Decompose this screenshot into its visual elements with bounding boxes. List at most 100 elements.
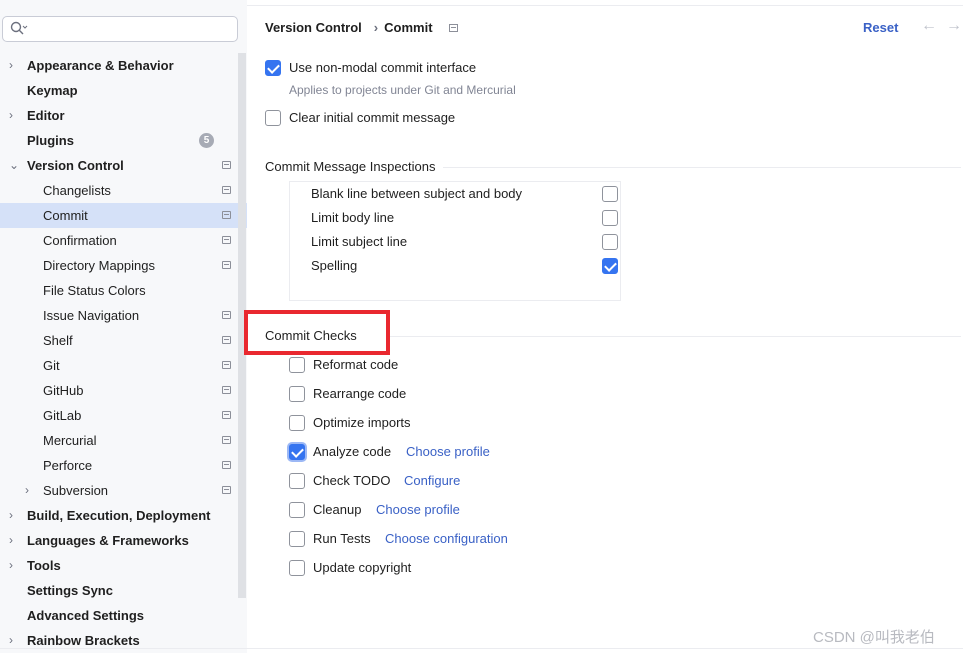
chevron-right-icon[interactable]: › [25,478,29,503]
commit-check-checkbox[interactable] [289,473,305,489]
chevron-right-icon[interactable]: › [9,553,13,578]
commit-check-checkbox[interactable] [289,560,305,576]
tree-item[interactable]: ⌄ Version Control [0,153,238,178]
breadcrumb-current: Commit [384,20,433,35]
tree-item-label: Changelists [43,183,111,198]
tree-item-label: Build, Execution, Deployment [27,508,211,523]
commit-check-config-link[interactable]: Choose configuration [385,531,508,546]
commit-check-checkbox[interactable] [289,357,305,373]
tree-item-label: Directory Mappings [43,258,155,273]
commit-check-label[interactable]: Optimize imports [313,415,411,430]
commit-check-label[interactable]: Rearrange code [313,386,406,401]
commit-check-config-link[interactable]: Choose profile [376,502,460,517]
tree-item-label: Mercurial [43,433,97,448]
tree-item[interactable]: Shelf [0,328,238,353]
commit-check-label[interactable]: Cleanup [313,502,361,517]
non-modal-commit-label[interactable]: Use non-modal commit interface [289,60,476,75]
commit-check-label[interactable]: Update copyright [313,560,411,575]
project-settings-icon [222,211,231,219]
tree-item[interactable]: Advanced Settings [0,603,238,628]
update-count-badge: 5 [199,133,214,148]
tree-item-label: File Status Colors [43,283,146,298]
tree-item-label: Confirmation [43,233,117,248]
tree-item-label: Keymap [27,83,78,98]
commit-check-checkbox[interactable] [289,531,305,547]
commit-check-label[interactable]: Analyze code [313,444,391,459]
settings-tree-panel: › Appearance & Behavior Keymap › Editor Plugi… [0,0,247,653]
non-modal-commit-checkbox[interactable] [265,60,281,76]
project-settings-icon [222,436,231,444]
chevron-right-icon[interactable]: › [9,503,13,528]
tree-item[interactable]: Issue Navigation [0,303,238,328]
tree-item[interactable]: › Tools [0,553,238,578]
reset-button[interactable]: Reset [863,20,898,35]
project-settings-icon [222,361,231,369]
tree-item-label: Appearance & Behavior [27,58,174,73]
back-arrow-icon[interactable]: ← [921,17,937,35]
tree-item[interactable]: Git [0,353,238,378]
tree-item[interactable]: › Appearance & Behavior [0,53,238,78]
breadcrumb-parent[interactable]: Version Control [265,20,362,35]
clear-initial-message-label[interactable]: Clear initial commit message [289,110,455,125]
non-modal-commit-hint: Applies to projects under Git and Mercur… [289,83,516,97]
breadcrumb: Version Control › Commit [265,20,433,35]
chevron-right-icon[interactable]: › [9,103,13,128]
inspection-label: Blank line between subject and body [311,186,523,201]
inspections-section-title: Commit Message Inspections [265,159,436,174]
settings-search-input[interactable] [2,16,238,42]
tree-item-label: Perforce [43,458,93,473]
project-settings-icon [222,486,231,494]
project-settings-icon [222,386,231,394]
tree-item[interactable]: Keymap [0,78,238,103]
project-settings-icon [222,336,231,344]
commit-check-checkbox[interactable] [289,415,305,431]
tree-item-label: GitHub [43,383,84,398]
tree-item[interactable]: Mercurial [0,428,238,453]
commit-check-checkbox[interactable] [289,502,305,518]
commit-check-checkbox[interactable] [289,386,305,402]
project-settings-icon [222,411,231,419]
commit-check-checkbox[interactable] [289,444,305,460]
commit-check-label[interactable]: Reformat code [313,357,398,372]
inspection-checkbox[interactable] [602,210,618,226]
inspection-checkbox[interactable] [602,258,618,274]
tree-item[interactable]: › Editor [0,103,238,128]
tree-item[interactable]: › Languages & Frameworks [0,528,238,553]
tree-item[interactable]: Plugins 5 [0,128,238,153]
tree-item-label: Subversion [43,483,109,498]
commit-check-config-link[interactable]: Configure [404,473,460,488]
chevron-right-icon[interactable]: › [9,528,13,553]
commit-check-label[interactable]: Run Tests [313,531,371,546]
clear-initial-message-checkbox[interactable] [265,110,281,126]
tree-item[interactable]: Perforce [0,453,238,478]
commit-check-config-link[interactable]: Choose profile [406,444,490,459]
tree-item-label: Advanced Settings [27,608,145,623]
tree-item-label: Rainbow Brackets [27,633,140,648]
tree-item[interactable]: File Status Colors [0,278,238,303]
tree-item-label: Settings Sync [27,583,113,598]
tree-item[interactable]: Settings Sync [0,578,238,603]
project-settings-icon [222,186,231,194]
commit-check-label[interactable]: Check TODO [313,473,391,488]
inspection-checkbox[interactable] [602,234,618,250]
inspection-label: Spelling [311,258,358,273]
tree-item[interactable]: Commit [0,203,247,228]
tree-item[interactable]: Confirmation [0,228,238,253]
tree-item[interactable]: › Build, Execution, Deployment [0,503,238,528]
chevron-right-icon[interactable]: › [9,53,13,78]
tree-item[interactable]: Directory Mappings [0,253,238,278]
tree-item[interactable]: GitHub [0,378,238,403]
inspection-checkbox[interactable] [602,186,618,202]
forward-arrow-icon[interactable]: → [946,17,962,35]
inspection-label: Limit subject line [311,234,408,249]
tree-item[interactable]: Changelists [0,178,238,203]
tree-item-label: Issue Navigation [43,308,140,323]
tree-item[interactable]: › Rainbow Brackets [0,628,238,653]
tree-item[interactable]: › Subversion [0,478,238,503]
chevron-down-icon[interactable]: ⌄ [9,153,19,178]
tree-item[interactable]: GitLab [0,403,238,428]
tree-item-label: Shelf [43,333,73,348]
project-settings-icon [222,311,231,319]
search-icon [10,21,28,35]
chevron-right-icon[interactable]: › [9,628,13,653]
